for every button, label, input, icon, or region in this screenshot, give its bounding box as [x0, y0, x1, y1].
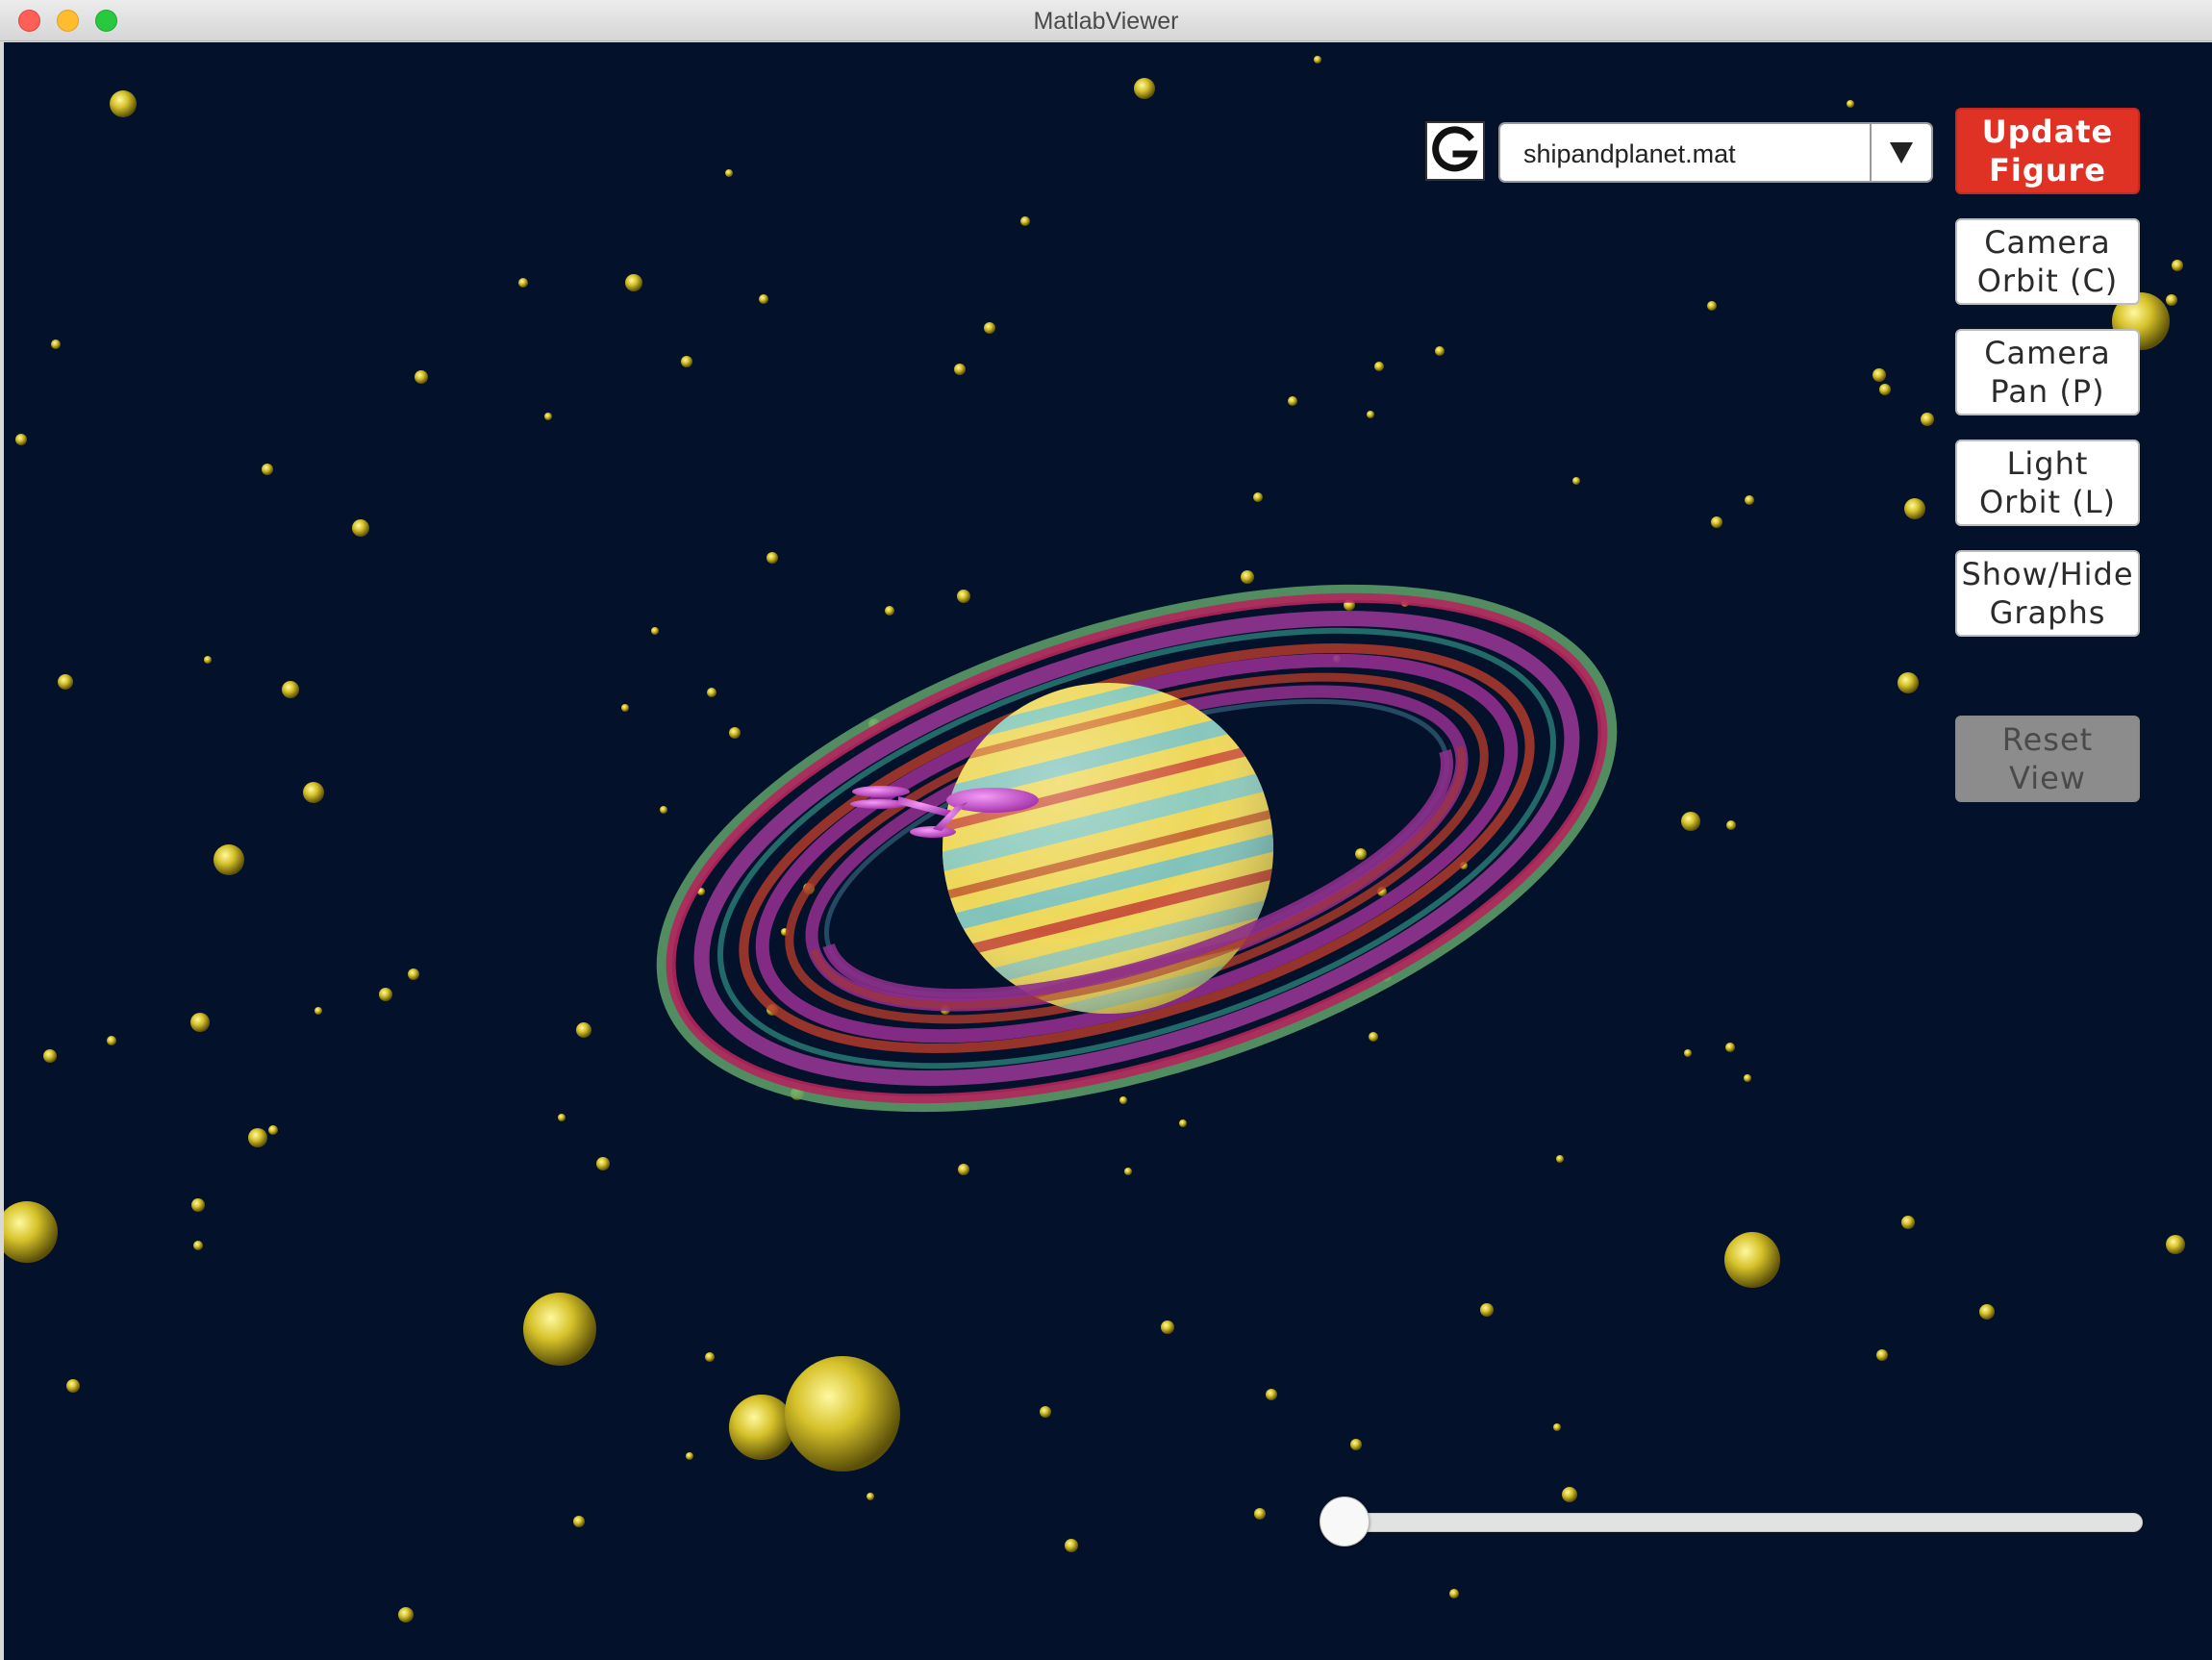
camera-orbit-button[interactable]: Camera Orbit (C) — [1955, 218, 2140, 305]
update-figure-label: Update Figure — [1981, 113, 2114, 189]
file-select-dropdown[interactable]: shipandplanet.mat — [1498, 122, 1933, 183]
update-figure-button[interactable]: Update Figure — [1955, 108, 2140, 194]
slider-track[interactable] — [1339, 1513, 2143, 1532]
window-title: MatlabViewer — [1033, 8, 1179, 35]
slider-thumb[interactable] — [1320, 1497, 1370, 1547]
app-window: MatlabViewer shipandplanet.mat Update Fi… — [0, 0, 2212, 1660]
dropdown-button[interactable] — [1870, 124, 1931, 181]
scene-3d-view[interactable] — [4, 42, 2212, 1660]
show-hide-graphs-button[interactable]: Show/Hide Graphs — [1955, 550, 2140, 637]
camera-pan-label: Camera Pan (P) — [1984, 335, 2111, 410]
reset-view-label: Reset View — [2001, 721, 2094, 796]
title-bar[interactable]: MatlabViewer — [0, 0, 2212, 41]
render-canvas[interactable]: shipandplanet.mat Update Figure Camera O… — [4, 42, 2212, 1660]
camera-orbit-label: Camera Orbit (C) — [1976, 224, 2119, 299]
camera-pan-button[interactable]: Camera Pan (P) — [1955, 329, 2140, 415]
file-select-value: shipandplanet.mat — [1523, 139, 1736, 168]
triangle-down-icon — [1890, 142, 1913, 163]
light-orbit-label: Light Orbit (L) — [1978, 445, 2117, 520]
time-slider[interactable] — [1320, 1496, 2143, 1547]
scene-svg — [4, 56, 2185, 1622]
g-logo-icon — [1425, 121, 1485, 181]
reset-view-button[interactable]: Reset View — [1955, 716, 2140, 802]
light-orbit-button[interactable]: Light Orbit (L) — [1955, 440, 2140, 526]
show-hide-graphs-label: Show/Hide Graphs — [1961, 556, 2134, 631]
